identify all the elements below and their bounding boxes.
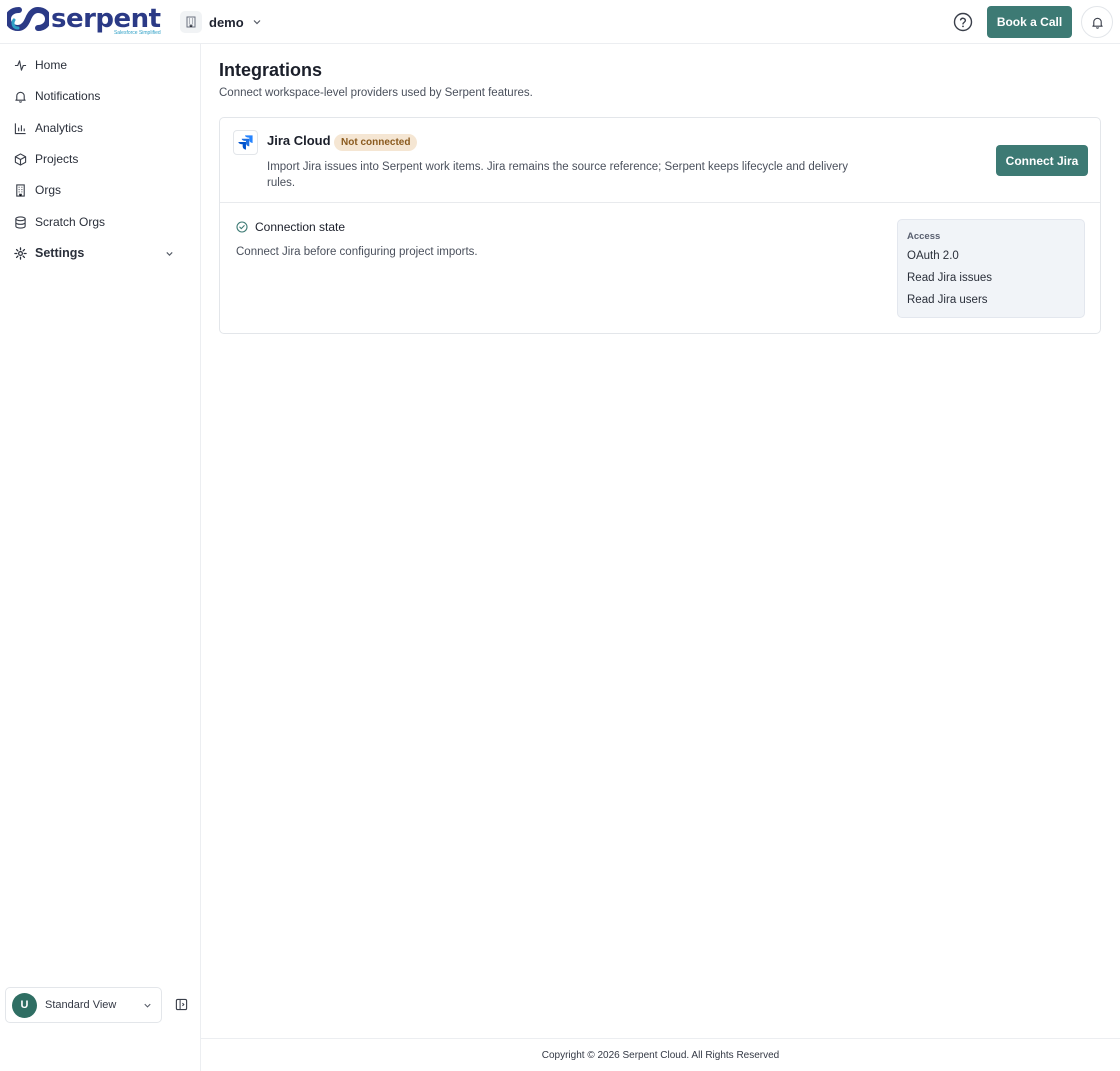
sidebar-item-label: Analytics (35, 121, 84, 135)
sidebar-item-analytics[interactable]: Analytics (0, 115, 200, 141)
access-panel: Access OAuth 2.0 Read Jira issues Read J… (897, 219, 1085, 318)
view-switcher[interactable]: U Standard View (5, 987, 162, 1023)
sidebar-item-label: Orgs (35, 183, 62, 197)
chevron-down-icon (166, 251, 173, 256)
provider-description: Import Jira issues into Serpent work ite… (267, 161, 849, 189)
view-label: Standard View (45, 999, 117, 1011)
activity-icon (14, 59, 27, 71)
sidebar-item-label: Notifications (35, 89, 101, 103)
sidebar-item-label: Scratch Orgs (35, 215, 106, 229)
chevron-down-icon (252, 17, 262, 27)
avatar: U (12, 992, 37, 1018)
provider-name: Jira Cloud (267, 133, 331, 148)
access-item: Read Jira issues (907, 272, 993, 284)
logo-wordmark: serpent (51, 4, 161, 34)
top-header: serpent Salesforce Simplified demo Book … (0, 0, 1120, 44)
sidebar-item-label: Home (35, 58, 68, 72)
help-button[interactable] (953, 12, 973, 32)
workspace-switcher[interactable]: demo (180, 10, 262, 34)
book-call-button[interactable]: Book a Call (987, 6, 1072, 38)
help-circle-icon (953, 12, 973, 32)
access-title: Access (907, 231, 941, 242)
notifications-button[interactable] (1081, 6, 1113, 38)
bar-chart-icon (14, 122, 26, 134)
connection-state-header: Connection state (236, 220, 345, 234)
footer: Copyright © 2026 Serpent Cloud. All Righ… (201, 1038, 1120, 1071)
page-subtitle: Connect workspace-level providers used b… (219, 87, 533, 99)
sidebar-item-label: Settings (35, 246, 85, 260)
sidebar-item-home[interactable]: Home (0, 52, 200, 78)
sidebar-item-label: Projects (35, 152, 79, 166)
jira-logo-icon (233, 130, 258, 155)
logo-tagline: Salesforce Simplified (113, 30, 161, 36)
integration-card-header: Jira Cloud Not connected Import Jira iss… (220, 118, 1100, 203)
serpent-logo[interactable]: serpent Salesforce Simplified (7, 5, 161, 39)
page-title: Integrations (219, 60, 323, 80)
bell-icon (1091, 17, 1103, 29)
serpent-logo-icon (7, 6, 49, 32)
gear-icon (14, 246, 27, 260)
sidebar-item-notifications[interactable]: Notifications (0, 83, 200, 109)
collapse-sidebar-icon[interactable] (175, 998, 188, 1011)
sidebar-item-orgs[interactable]: Orgs (0, 177, 200, 203)
bell-icon (15, 91, 26, 103)
building-icon (180, 11, 202, 33)
access-item: OAuth 2.0 (907, 250, 959, 262)
sidebar-item-scratch-orgs[interactable]: Scratch Orgs (0, 209, 200, 235)
integration-card-jira: Jira Cloud Not connected Import Jira iss… (219, 117, 1101, 334)
copyright-text: Copyright © 2026 Serpent Cloud. All Righ… (541, 1049, 780, 1061)
database-icon (15, 215, 26, 229)
workspace-name: demo (209, 14, 244, 30)
sidebar: Home Notifications Analytics Projects Or… (0, 44, 201, 1071)
sidebar-item-projects[interactable]: Projects (0, 146, 200, 172)
access-item: Read Jira users (907, 294, 988, 306)
connect-jira-button[interactable]: Connect Jira (996, 145, 1088, 176)
status-badge: Not connected (334, 134, 418, 151)
sidebar-item-settings[interactable]: Settings (0, 240, 200, 266)
box-icon (14, 152, 27, 166)
connection-state-title: Connection state (255, 220, 346, 234)
connection-state-description: Connect Jira before configuring project … (236, 246, 478, 258)
chevron-down-icon (144, 1003, 151, 1008)
building-icon (16, 183, 25, 197)
check-circle-icon (236, 221, 248, 233)
